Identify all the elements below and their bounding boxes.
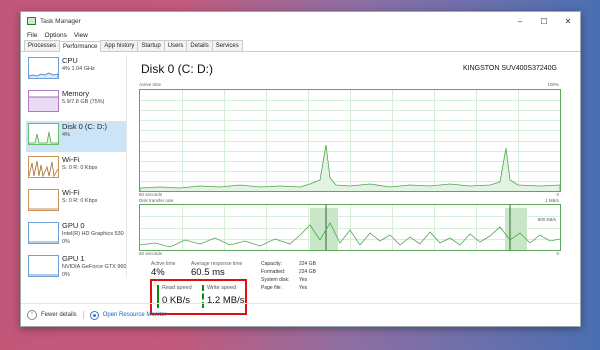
cpu-thumbnail: [28, 57, 59, 79]
active-time-graph-max: 100%: [547, 82, 559, 87]
sidebar-item-wifi-2[interactable]: Wi-Fi S: 0 R: 0 Kbps: [26, 187, 126, 218]
minimize-icon: –: [517, 16, 523, 26]
footer-divider: [82, 311, 84, 319]
resource-sidebar: CPU 4% 1.04 GHz Memory 5.9/7.8 GB (75%) …: [26, 55, 127, 278]
active-time-graph: [139, 89, 561, 192]
resource-monitor-icon[interactable]: [89, 310, 99, 320]
gpu-thumbnail: [28, 255, 59, 277]
disk-detail-panel: Disk 0 (C: D:) KINGSTON SUV400S37240G Ac…: [133, 55, 565, 315]
disk-thumbnail: [28, 123, 59, 145]
maximize-button[interactable]: ☐: [532, 12, 556, 30]
tab-startup[interactable]: Startup: [137, 40, 165, 51]
transfer-rate-graph-mid: 600 KB/s: [537, 217, 556, 222]
transfer-rate-graph-duration: 60 seconds: [139, 251, 163, 256]
title-bar: Task Manager – ☐ ✕: [21, 12, 580, 30]
read-speed-label: Read speed: [162, 285, 192, 291]
tab-bar: Processes Performance App history Startu…: [21, 40, 580, 52]
close-button[interactable]: ✕: [556, 12, 580, 30]
sidebar-item-gpu-1[interactable]: GPU 1 NVIDIA GeForce GTX 960 0%: [26, 253, 126, 284]
transfer-rate-graph-max: 1 MB/s: [544, 198, 559, 203]
menu-options[interactable]: Options: [44, 32, 66, 39]
sidebar-item-label: Memory: [62, 90, 90, 98]
sidebar-item-detail: Intel(R) HD Graphics 530: [62, 231, 124, 237]
active-time-value: 4%: [151, 267, 165, 278]
capacity-value: 224 GB: [299, 261, 316, 267]
tab-users[interactable]: Users: [163, 40, 188, 51]
page-file-value: Yes: [299, 285, 308, 291]
sidebar-item-usage: 0%: [62, 272, 70, 278]
minimize-button[interactable]: –: [508, 12, 532, 30]
sidebar-item-label: Disk 0 (C: D:): [62, 123, 107, 131]
window-title: Task Manager: [40, 17, 81, 25]
fewer-details-link[interactable]: Fewer details: [41, 312, 77, 318]
sidebar-item-gpu-0[interactable]: GPU 0 Intel(R) HD Graphics 530 0%: [26, 220, 126, 251]
open-resource-monitor-link[interactable]: Open Resource Monitor: [103, 312, 167, 318]
tab-details[interactable]: Details: [186, 40, 213, 51]
transfer-rate-graph-label: Disk transfer rate: [139, 198, 174, 203]
menu-bar: File Options View: [21, 30, 580, 40]
sidebar-item-label: Wi-Fi: [62, 189, 80, 197]
tab-services[interactable]: Services: [211, 40, 243, 51]
sidebar-item-detail: 4% 1.04 GHz: [62, 66, 95, 72]
sidebar-item-cpu[interactable]: CPU 4% 1.04 GHz: [26, 55, 126, 86]
task-manager-icon: [27, 17, 36, 25]
sidebar-item-disk-0[interactable]: Disk 0 (C: D:) 4%: [26, 121, 126, 152]
active-time-graph-min: 0: [556, 192, 559, 197]
menu-file[interactable]: File: [27, 32, 37, 39]
sidebar-item-wifi-1[interactable]: Wi-Fi S: 0 R: 0 Kbps: [26, 154, 126, 185]
sidebar-item-detail: S: 0 R: 0 Kbps: [62, 198, 98, 204]
page-title: Disk 0 (C: D:): [141, 62, 213, 76]
gpu-thumbnail: [28, 222, 59, 244]
active-time-graph-label: Active time: [139, 82, 162, 87]
sidebar-item-label: Wi-Fi: [62, 156, 80, 164]
sidebar-item-label: GPU 0: [62, 222, 85, 230]
task-manager-window: Task Manager – ☐ ✕ File Options View Pro…: [20, 11, 581, 327]
memory-thumbnail: [28, 90, 59, 112]
transfer-rate-graph: 600 KB/s: [139, 204, 561, 251]
maximize-icon: ☐: [540, 16, 548, 26]
sidebar-item-label: GPU 1: [62, 255, 85, 263]
formatted-value: 224 GB: [299, 269, 316, 275]
sidebar-item-detail: 4%: [62, 132, 70, 138]
sidebar-item-memory[interactable]: Memory 5.9/7.8 GB (75%): [26, 88, 126, 119]
sidebar-item-label: CPU: [62, 57, 78, 65]
capacity-label: Capacity:: [261, 261, 282, 267]
disk-model: KINGSTON SUV400S37240G: [462, 65, 557, 72]
footer-bar: ⌃ Fewer details Open Resource Monitor: [21, 303, 580, 326]
transfer-rate-graph-min: 0: [556, 251, 559, 256]
tab-processes[interactable]: Processes: [24, 40, 61, 51]
close-icon: ✕: [564, 16, 572, 26]
system-disk-label: System disk:: [261, 277, 290, 283]
menu-view[interactable]: View: [74, 32, 88, 39]
page-file-label: Page file:: [261, 285, 282, 291]
system-disk-value: Yes: [299, 277, 308, 283]
chevron-up-icon[interactable]: ⌃: [27, 310, 37, 320]
tab-performance[interactable]: Performance: [59, 41, 102, 52]
avg-response-value: 60.5 ms: [191, 267, 225, 278]
wifi-thumbnail: [28, 156, 59, 178]
tab-app-history[interactable]: App history: [100, 40, 139, 51]
formatted-label: Formatted:: [261, 269, 286, 275]
write-speed-label: Write speed: [207, 285, 237, 291]
sidebar-item-detail: 5.9/7.8 GB (75%): [62, 99, 105, 105]
active-time-graph-duration: 60 seconds: [139, 192, 163, 197]
sidebar-item-usage: 0%: [62, 239, 70, 245]
wifi-thumbnail: [28, 189, 59, 211]
sidebar-item-detail: S: 0 R: 0 Kbps: [62, 165, 98, 171]
sidebar-item-detail: NVIDIA GeForce GTX 960: [62, 264, 126, 270]
